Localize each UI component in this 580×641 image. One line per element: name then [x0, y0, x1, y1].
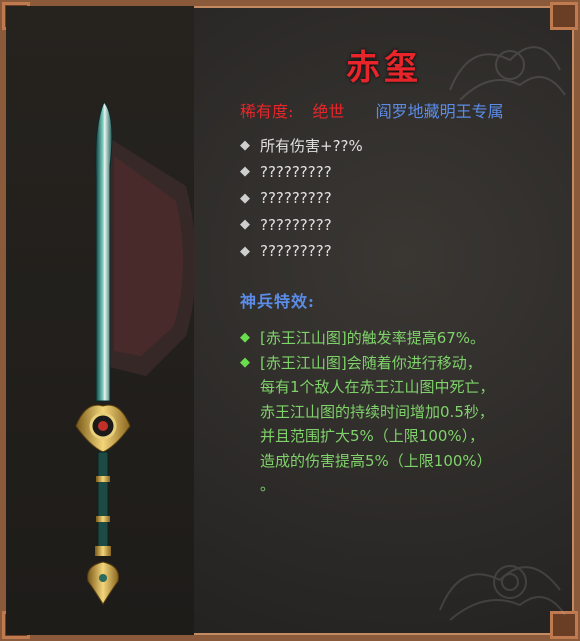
- stat-line: ◆ ?????????: [240, 159, 363, 186]
- effect-line: 每有1个敌人在赤王江山图中死亡，: [260, 378, 495, 396]
- effect-line: 造成的伤害提高5%（上限100%）: [260, 451, 492, 470]
- stat-line: ◆ 所有伤害+??%: [240, 132, 363, 159]
- stat-text: ?????????: [260, 215, 332, 234]
- item-title: 赤玺: [346, 48, 422, 88]
- stat-text: ?????????: [260, 242, 332, 261]
- special-effect-title: 神兵特效:: [240, 292, 315, 311]
- effect-line: 。: [260, 476, 276, 494]
- sword-icon: [75, 101, 196, 605]
- weapon-panel: [6, 6, 196, 635]
- diamond-icon: ◆: [240, 354, 250, 370]
- effect-line: 并且范围扩大5%（上限100%），: [260, 427, 485, 445]
- stat-text: ?????????: [260, 162, 332, 181]
- special-effect-list: ◆ [赤王江山图]的触发率提高67%。 ◆ [赤王江山图]会随着你进行移动， 每…: [240, 326, 570, 498]
- effect-line: 赤王江山图的持续时间增加0.5秒，: [260, 402, 494, 421]
- diamond-icon: ◆: [240, 217, 250, 233]
- cloud-pattern: [439, 565, 566, 621]
- rarity-label: 稀有度:: [240, 102, 294, 121]
- rarity-row: 稀有度: 绝世 阎罗地藏明王专属: [240, 98, 504, 122]
- diamond-icon: ◆: [240, 243, 250, 259]
- diamond-icon: ◆: [240, 164, 250, 180]
- diamond-icon: ◆: [240, 330, 250, 345]
- stat-text: ?????????: [260, 189, 332, 208]
- stat-list: ◆ 所有伤害+??% ◆ ????????? ◆ ????????? ◆ ???…: [240, 132, 363, 265]
- rarity-value: 绝世: [312, 102, 345, 121]
- diamond-icon: ◆: [240, 137, 250, 153]
- exclusive-label: 阎罗地藏明王专属: [375, 102, 504, 121]
- stat-line: ◆ ?????????: [240, 185, 363, 212]
- stat-text: 所有伤害+??%: [260, 136, 363, 155]
- stat-line: ◆ ?????????: [240, 212, 363, 239]
- effect-line: [赤王江山图]会随着你进行移动，: [260, 353, 482, 372]
- effect-item: ◆ [赤王江山图]会随着你进行移动， 每有1个敌人在赤王江山图中死亡， 赤王江山…: [240, 351, 570, 498]
- effect-item: ◆ [赤王江山图]的触发率提高67%。: [240, 326, 570, 351]
- effect-line: [赤王江山图]的触发率提高67%。: [260, 329, 486, 347]
- stat-line: ◆ ?????????: [240, 238, 363, 265]
- diamond-icon: ◆: [240, 190, 250, 206]
